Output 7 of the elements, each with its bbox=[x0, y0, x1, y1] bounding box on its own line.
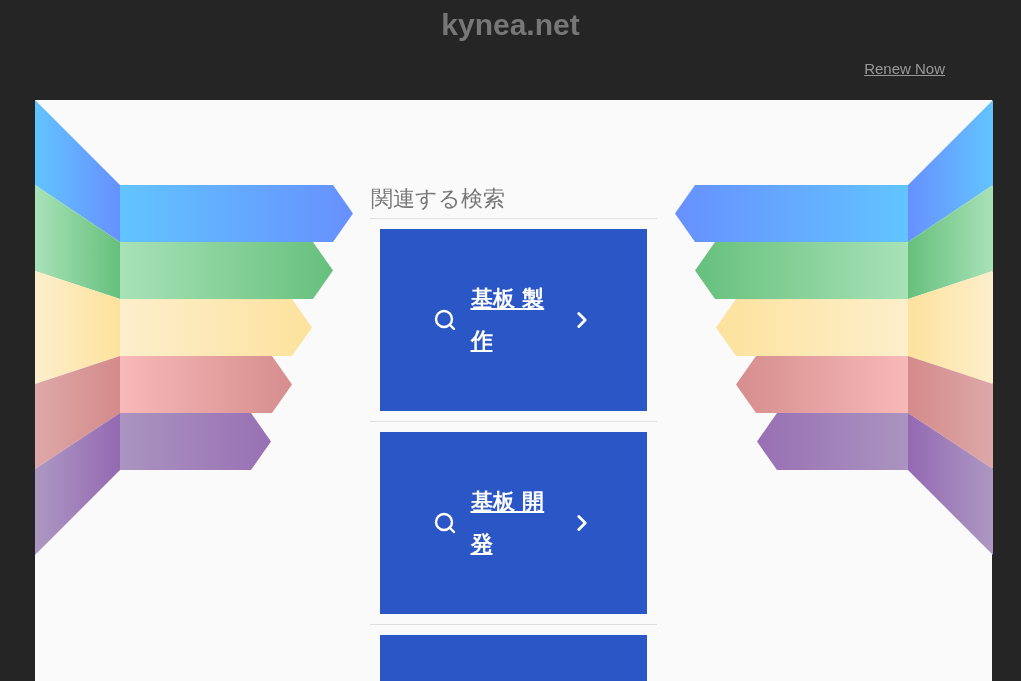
related-heading: 関連する検索 bbox=[370, 184, 657, 219]
search-icon bbox=[432, 511, 457, 535]
search-icon bbox=[432, 308, 457, 332]
search-link[interactable]: 基板 開発 bbox=[380, 432, 647, 614]
search-link[interactable]: 基板 製作 bbox=[380, 229, 647, 411]
renew-link[interactable]: Renew Now bbox=[864, 60, 945, 77]
site-title: kynea.net bbox=[441, 8, 580, 42]
